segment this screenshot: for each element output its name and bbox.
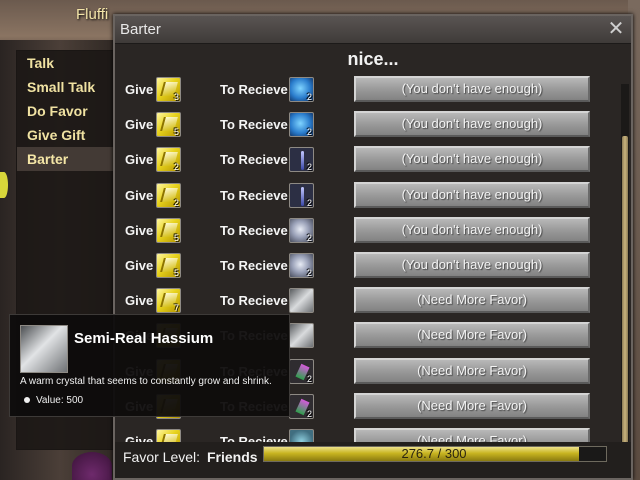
give-label: Give: [125, 117, 154, 133]
barter-row: Give 5 To Recieve 2 (You don't have enough): [115, 109, 615, 144]
gold-leaf-icon[interactable]: 2: [156, 147, 181, 173]
blue-rod-icon[interactable]: 2: [289, 182, 314, 208]
silver-orb-icon[interactable]: 2: [289, 252, 314, 278]
gold-leaf-icon[interactable]: 5: [156, 217, 181, 243]
barter-button[interactable]: (You don't have enough): [354, 251, 590, 278]
receive-quantity: 2: [306, 373, 312, 384]
window-titlebar[interactable]: Barter ✕: [115, 16, 631, 44]
tooltip-item-name: Semi-Real Hassium: [74, 330, 214, 347]
barter-button[interactable]: (You don't have enough): [354, 76, 590, 102]
menu-item-barter[interactable]: Barter: [17, 147, 115, 171]
npc-name-label: Fluffi: [76, 6, 109, 23]
close-icon[interactable]: ✕: [605, 18, 627, 40]
menu-item-do-favor[interactable]: Do Favor: [17, 99, 115, 123]
receive-label: To Recieve: [220, 187, 288, 203]
hassium-crystal-icon: [20, 325, 68, 373]
silver-orb-icon[interactable]: 2: [289, 217, 314, 243]
receive-quantity: 2: [306, 408, 312, 419]
barter-row: Give 5 To Recieve 2 (You don't have enough): [115, 215, 615, 250]
barter-row: Give 3 To Recieve 2 (You don't have enough): [115, 74, 615, 109]
give-label: Give: [125, 293, 154, 309]
give-quantity: 2: [173, 197, 179, 208]
blue-crystal-icon[interactable]: 2: [289, 77, 314, 102]
blue-crystal-icon[interactable]: 2: [289, 112, 314, 138]
tooltip-value-label: Value: 500: [36, 395, 84, 406]
player-hat: [72, 452, 112, 480]
barter-button[interactable]: (Need More Favor): [354, 322, 590, 349]
receive-label: To Recieve: [220, 293, 288, 309]
window-title: Barter: [120, 21, 161, 38]
receive-label: To Recieve: [220, 152, 288, 168]
favor-panel: Favor Level: Friends 276.7 / 300: [115, 442, 631, 478]
receive-quantity: 2: [306, 232, 312, 243]
gold-leaf-icon[interactable]: 5: [156, 112, 181, 138]
favor-progress-text: 276.7 / 300: [401, 446, 467, 461]
blue-rod-icon[interactable]: 2: [289, 147, 314, 173]
receive-quantity: 2: [306, 197, 312, 208]
favor-level-label: Favor Level:: [123, 449, 201, 465]
green-gem-icon[interactable]: 2: [289, 358, 314, 384]
tooltip-description: A warm crystal that seems to constantly …: [20, 376, 272, 387]
receive-quantity: 2: [306, 267, 312, 278]
receive-label: To Recieve: [220, 82, 288, 97]
give-quantity: 5: [173, 127, 179, 138]
receive-label: To Recieve: [220, 257, 288, 273]
barter-button[interactable]: (Need More Favor): [354, 287, 590, 314]
tooltip-value: Value: 500: [24, 395, 83, 406]
barter-row: Give 2 To Recieve 2 (You don't have enough): [115, 180, 615, 215]
barter-button[interactable]: (Need More Favor): [354, 357, 590, 384]
give-quantity: 3: [173, 92, 179, 102]
give-quantity: 5: [173, 267, 179, 278]
foliage-decoration: [0, 172, 8, 198]
npc-dialogue-heading: nice...: [347, 49, 399, 69]
hassium-crystal-icon[interactable]: [289, 323, 314, 349]
scrollbar-thumb[interactable]: [622, 136, 628, 456]
barter-scrollbar[interactable]: [621, 84, 629, 464]
barter-button[interactable]: (You don't have enough): [354, 111, 590, 138]
give-label: Give: [125, 152, 154, 168]
receive-quantity: 2: [306, 162, 312, 173]
give-label: Give: [125, 222, 154, 238]
give-label: Give: [125, 187, 154, 203]
barter-button[interactable]: (Need More Favor): [354, 392, 590, 419]
favor-progress-bar: 276.7 / 300: [263, 446, 607, 462]
barter-button[interactable]: (You don't have enough): [354, 181, 590, 208]
menu-item-talk[interactable]: Talk: [17, 51, 115, 75]
menu-item-give-gift[interactable]: Give Gift: [17, 123, 115, 147]
give-label: Give: [125, 257, 154, 273]
gold-leaf-icon[interactable]: 7: [156, 288, 181, 314]
menu-item-small-talk[interactable]: Small Talk: [17, 75, 115, 99]
gold-leaf-icon[interactable]: 3: [156, 77, 181, 102]
give-quantity: 2: [173, 162, 179, 173]
green-gem-icon[interactable]: 2: [289, 393, 314, 419]
barter-button[interactable]: (You don't have enough): [354, 216, 590, 243]
item-tooltip: Semi-Real Hassium A warm crystal that se…: [9, 314, 290, 417]
give-label: Give: [125, 82, 154, 97]
receive-label: To Recieve: [220, 117, 288, 133]
receive-quantity: 2: [306, 92, 312, 102]
give-quantity: 7: [173, 303, 179, 314]
favor-level-value: Friends: [207, 449, 258, 465]
gold-leaf-icon[interactable]: 2: [156, 182, 181, 208]
receive-quantity: 2: [306, 127, 312, 138]
bullet-icon: [24, 397, 30, 403]
barter-row: Give 2 To Recieve 2 (You don't have enough): [115, 144, 615, 179]
give-quantity: 5: [173, 232, 179, 243]
gold-leaf-icon[interactable]: 5: [156, 252, 181, 278]
hassium-crystal-icon[interactable]: [289, 288, 314, 314]
barter-button[interactable]: (You don't have enough): [354, 146, 590, 173]
barter-row: Give 5 To Recieve 2 (You don't have enough): [115, 250, 615, 285]
receive-label: To Recieve: [220, 222, 288, 238]
